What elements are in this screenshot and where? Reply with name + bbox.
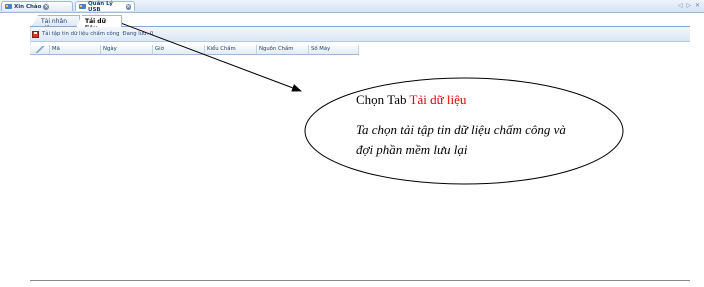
callout-title-prefix: Chọn Tab [356,92,407,107]
annotation-overlay [117,21,624,185]
tab-tai-du-lieu[interactable]: Tải dữ liệu [76,15,122,27]
callout-title: Chọn Tab Tải dữ liệu [356,92,576,108]
callout-text: Chọn Tab Tải dữ liệu Ta chọn tải tập tin… [356,92,576,160]
callout-body: Ta chọn tải tập tin dữ liệu chấm công và… [356,122,566,157]
callout-title-highlight: Tải dữ liệu [409,92,467,107]
pointer-arrow [117,21,302,92]
